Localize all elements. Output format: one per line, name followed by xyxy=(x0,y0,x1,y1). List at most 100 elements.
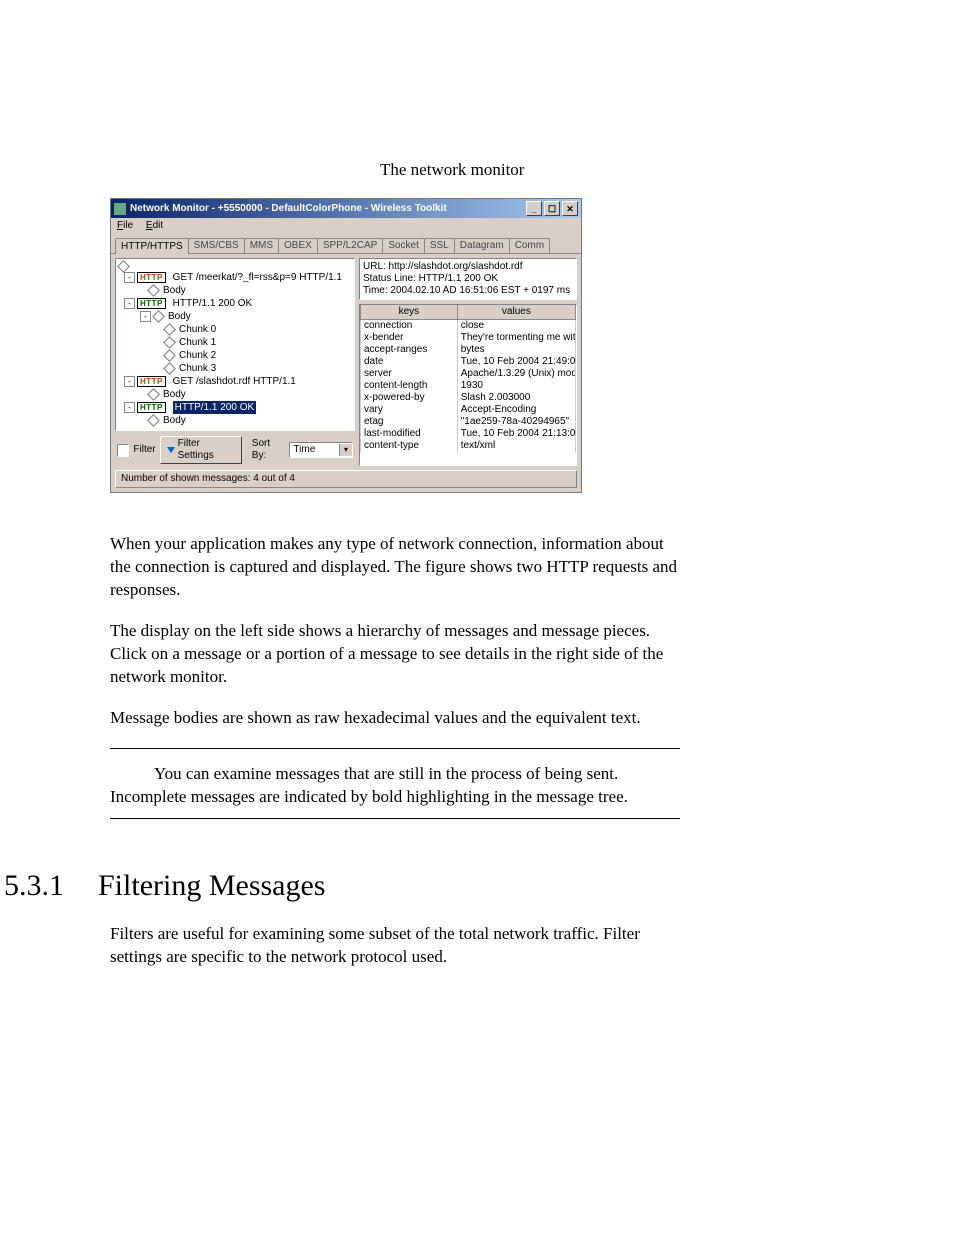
section-title: Filtering Messages xyxy=(98,869,325,903)
header-key: last-modified xyxy=(361,428,458,440)
note-text: You can examine messages that are still … xyxy=(110,763,680,809)
collapse-icon[interactable]: - xyxy=(124,376,135,387)
sortby-value: Time xyxy=(293,444,315,456)
filter-settings-label: Filter Settings xyxy=(178,438,235,462)
menu-edit[interactable]: Edit xyxy=(146,220,163,231)
table-row[interactable]: x-benderThey're tormenting me wit... xyxy=(361,332,576,344)
tab-http[interactable]: HTTP/HTTPS xyxy=(115,238,189,254)
body-icon xyxy=(152,310,165,323)
table-row[interactable]: serverApache/1.3.29 (Unix) mod... xyxy=(361,368,576,380)
table-row[interactable]: x-powered-bySlash 2.003000 xyxy=(361,392,576,404)
tab-sms[interactable]: SMS/CBS xyxy=(188,238,245,253)
chunk-icon xyxy=(163,336,176,349)
tabstrip: HTTP/HTTPS SMS/CBS MMS OBEX SPP/L2CAP So… xyxy=(111,233,581,254)
body-icon xyxy=(147,388,160,401)
tab-socket[interactable]: Socket xyxy=(382,238,425,253)
tab-mms[interactable]: MMS xyxy=(244,238,279,253)
header-key: connection xyxy=(361,320,458,333)
header-key: vary xyxy=(361,404,458,416)
table-row[interactable]: etag"1ae259-78a-40294965" xyxy=(361,416,576,428)
tree-body[interactable]: Body xyxy=(163,388,186,401)
section-para: Filters are useful for examining some su… xyxy=(110,923,680,969)
tab-comm[interactable]: Comm xyxy=(509,238,550,253)
collapse-icon[interactable]: - xyxy=(124,402,135,413)
collapse-icon[interactable]: - xyxy=(140,311,151,322)
maximize-button[interactable]: ☐ xyxy=(544,201,560,216)
chunk-icon xyxy=(163,323,176,336)
table-row[interactable]: content-length1930 xyxy=(361,380,576,392)
http-badge: HTTP xyxy=(137,376,166,387)
message-tree[interactable]: -HTTP GET /meerkat/?_fl=rss&p=9 HTTP/1.1… xyxy=(115,258,355,431)
tree-chunk[interactable]: Chunk 3 xyxy=(179,362,216,375)
app-icon xyxy=(114,203,126,215)
header-value: Apache/1.3.29 (Unix) mod... xyxy=(457,368,575,380)
tab-ssl[interactable]: SSL xyxy=(424,238,455,253)
http-badge: HTTP xyxy=(137,402,166,413)
tree-body[interactable]: Body xyxy=(163,414,186,427)
header-value: Tue, 10 Feb 2004 21:13:0... xyxy=(457,428,575,440)
close-button[interactable]: ✕ xyxy=(562,201,578,216)
header-value: close xyxy=(457,320,575,333)
header-value: They're tormenting me wit... xyxy=(457,332,575,344)
sortby-select[interactable]: Time ▾ xyxy=(289,442,353,458)
sortby-label: Sort By: xyxy=(252,438,286,462)
header-key: content-length xyxy=(361,380,458,392)
titlebar[interactable]: Network Monitor - +5550000 - DefaultColo… xyxy=(111,199,581,218)
tree-item[interactable]: HTTP/1.1 200 OK xyxy=(173,297,252,310)
col-keys[interactable]: keys xyxy=(361,305,458,320)
headers-table: keys values connectionclosex-benderThey'… xyxy=(360,305,576,452)
header-value: Slash 2.003000 xyxy=(457,392,575,404)
para-1: When your application makes any type of … xyxy=(110,533,680,602)
header-key: x-powered-by xyxy=(361,392,458,404)
tab-spp[interactable]: SPP/L2CAP xyxy=(317,238,383,253)
right-pane: URL: http://slashdot.org/slashdot.rdf St… xyxy=(359,258,577,466)
tree-body[interactable]: Body xyxy=(163,284,186,297)
window-title: Network Monitor - +5550000 - DefaultColo… xyxy=(130,203,447,215)
table-row[interactable]: content-typetext/xml xyxy=(361,440,576,452)
header-key: date xyxy=(361,356,458,368)
table-row[interactable]: dateTue, 10 Feb 2004 21:49:0... xyxy=(361,356,576,368)
figure-caption: The network monitor xyxy=(380,160,844,180)
chevron-down-icon: ▾ xyxy=(339,444,352,456)
header-key: content-type xyxy=(361,440,458,452)
header-value: bytes xyxy=(457,344,575,356)
http-badge: HTTP xyxy=(137,272,166,283)
header-key: accept-ranges xyxy=(361,344,458,356)
header-value: text/xml xyxy=(457,440,575,452)
header-value: "1ae259-78a-40294965" xyxy=(457,416,575,428)
collapse-icon[interactable]: - xyxy=(124,272,135,283)
funnel-icon xyxy=(167,447,175,453)
filter-checkbox[interactable] xyxy=(117,444,129,457)
detail-url: URL: http://slashdot.org/slashdot.rdf xyxy=(363,261,573,273)
tree-item[interactable]: GET /meerkat/?_fl=rss&p=9 HTTP/1.1 xyxy=(173,271,342,284)
tab-obex[interactable]: OBEX xyxy=(278,238,318,253)
filter-label: Filter xyxy=(133,444,155,456)
col-values[interactable]: values xyxy=(457,305,575,320)
filter-settings-button[interactable]: Filter Settings xyxy=(160,436,242,464)
section-number: 5.3.1 xyxy=(4,869,64,903)
para-2: The display on the left side shows a hie… xyxy=(110,620,680,689)
tab-datagram[interactable]: Datagram xyxy=(454,238,510,253)
menu-file[interactable]: File xyxy=(117,220,133,231)
header-value: Accept-Encoding xyxy=(457,404,575,416)
status-strip: Number of shown messages: 4 out of 4 xyxy=(115,470,577,488)
network-monitor-window: Network Monitor - +5550000 - DefaultColo… xyxy=(110,198,582,493)
tree-item-selected[interactable]: HTTP/1.1 200 OK xyxy=(173,401,256,414)
minimize-button[interactable]: _ xyxy=(526,201,542,216)
tree-chunk[interactable]: Chunk 2 xyxy=(179,349,216,362)
header-key: x-bender xyxy=(361,332,458,344)
collapse-icon[interactable]: - xyxy=(124,298,135,309)
header-value: Tue, 10 Feb 2004 21:49:0... xyxy=(457,356,575,368)
body-icon xyxy=(147,284,160,297)
header-key: server xyxy=(361,368,458,380)
table-row[interactable]: last-modifiedTue, 10 Feb 2004 21:13:0... xyxy=(361,428,576,440)
table-row[interactable]: varyAccept-Encoding xyxy=(361,404,576,416)
tree-body[interactable]: Body xyxy=(168,310,191,323)
table-row[interactable]: accept-rangesbytes xyxy=(361,344,576,356)
table-row[interactable]: connectionclose xyxy=(361,320,576,333)
tree-chunk[interactable]: Chunk 0 xyxy=(179,323,216,336)
left-footer: Filter Filter Settings Sort By: Time ▾ xyxy=(115,431,355,466)
tree-item[interactable]: GET /slashdot.rdf HTTP/1.1 xyxy=(173,375,296,388)
details-box: URL: http://slashdot.org/slashdot.rdf St… xyxy=(359,258,577,300)
tree-chunk[interactable]: Chunk 1 xyxy=(179,336,216,349)
